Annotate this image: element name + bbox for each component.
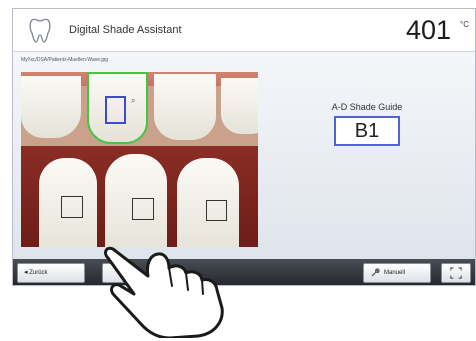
file-path-label: My!\xc/DSA/Patients-Muellen-Wave.jpg xyxy=(21,57,109,63)
back-button-label: Zurück xyxy=(29,270,48,276)
back-button[interactable]: ◂ Zurück xyxy=(17,263,85,283)
shade-value-box[interactable]: B1 xyxy=(334,116,400,146)
fullscreen-button[interactable] xyxy=(441,263,471,283)
selection-box-lower-left[interactable] xyxy=(61,196,83,218)
wrench-icon xyxy=(371,268,380,277)
upper-tooth-far-right xyxy=(221,78,258,134)
selection-box-upper[interactable] xyxy=(105,96,126,124)
manual-button[interactable]: Manuell xyxy=(363,263,431,283)
upper-tooth-right xyxy=(154,74,216,140)
app-title: Digital Shade Assistant xyxy=(69,24,182,36)
zoom-icon[interactable]: ⌕ xyxy=(131,96,135,106)
shade-guide-label: A-D Shade Guide xyxy=(331,102,403,112)
temperature-display: 401 xyxy=(405,15,451,45)
chevron-left-icon: ◂ xyxy=(24,269,28,276)
upper-tooth-left xyxy=(21,76,81,138)
tooth-icon xyxy=(29,18,51,43)
pointing-hand-icon xyxy=(104,246,224,338)
selection-box-lower-center[interactable] xyxy=(132,198,154,220)
manual-button-label: Manuell xyxy=(384,270,406,276)
fullscreen-icon xyxy=(450,267,462,279)
teeth-photo[interactable]: ⌕ xyxy=(21,72,258,247)
main-content: My!\xc/DSA/Patients-Muellen-Wave.jpg ⌕ A… xyxy=(13,52,475,259)
selection-box-lower-right[interactable] xyxy=(206,200,227,221)
header-bar: Digital Shade Assistant 401 °C xyxy=(13,9,475,52)
temperature-unit: °C xyxy=(460,20,469,29)
